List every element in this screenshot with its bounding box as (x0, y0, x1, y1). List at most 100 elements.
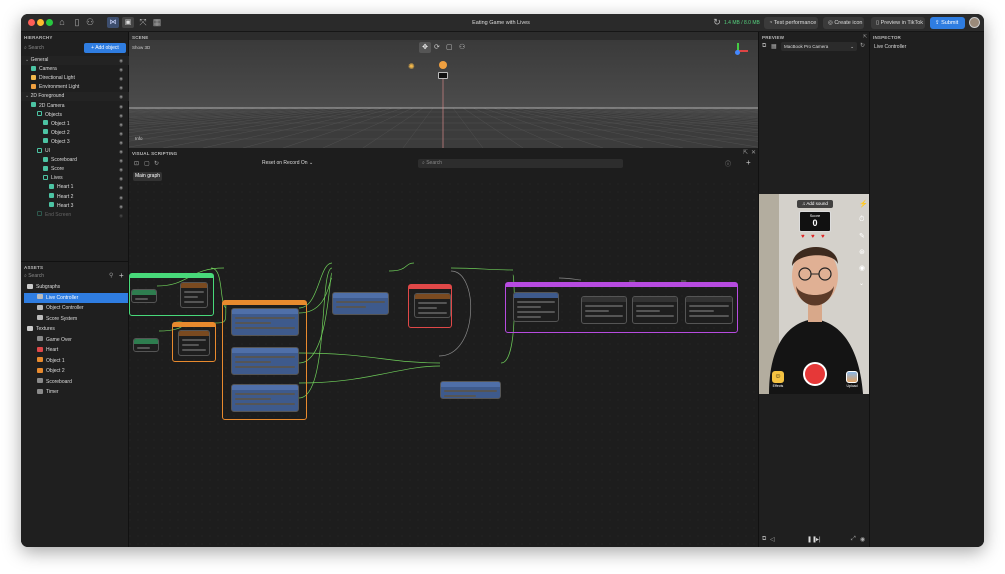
create-icon-button[interactable]: ◎ Create icon (823, 17, 864, 29)
graph-node[interactable] (332, 292, 389, 315)
graph-node[interactable] (440, 381, 501, 399)
hierarchy-item[interactable]: ⌄ 2D Foreground ◉ (21, 92, 129, 102)
visibility-eye-icon[interactable]: ◉ (119, 202, 123, 211)
hierarchy-item[interactable]: Camera ◉ (21, 65, 129, 74)
effects-icon[interactable]: ☺ (772, 371, 784, 383)
preview-in-tiktok-button[interactable]: ▯ Preview in TikTok (871, 17, 925, 29)
scene-info[interactable]: Info (135, 136, 143, 141)
record-button[interactable] (803, 362, 827, 386)
step-forward-icon[interactable]: ▸| (816, 536, 821, 543)
asset-item[interactable]: Object 1 (24, 356, 128, 366)
asset-item[interactable]: Scoreboard (24, 377, 128, 387)
assets-search[interactable]: ⌕ Search (24, 272, 94, 281)
scene-viewport[interactable] (129, 32, 758, 148)
share-icon[interactable]: ⚇ (84, 17, 96, 28)
record-settings-icon[interactable]: ◉ (860, 536, 865, 543)
hierarchy-item[interactable]: Lives ◉ (21, 174, 129, 183)
asset-item[interactable]: Heart (24, 345, 128, 355)
graph-node[interactable] (131, 289, 157, 303)
beauty-icon[interactable]: ✎ (859, 232, 865, 240)
layout-nodes-icon[interactable]: ⋈ (107, 17, 119, 28)
asset-item[interactable]: Object Controller (24, 303, 128, 313)
upload-icon[interactable] (846, 371, 858, 383)
add-asset-icon[interactable]: + (119, 271, 124, 280)
hierarchy-item[interactable]: Environment Light ◉ (21, 83, 129, 92)
asset-item[interactable]: Subgraphs (24, 282, 128, 292)
visibility-eye-icon[interactable]: ◉ (119, 174, 123, 183)
filters-icon[interactable]: ⊛ (859, 248, 865, 256)
popout-icon[interactable]: ⇱ (863, 34, 867, 40)
test-performance-button[interactable]: ◔ Test performance (764, 17, 818, 29)
file-icon[interactable]: ▯ (71, 17, 83, 28)
visibility-eye-icon[interactable]: ◉ (119, 111, 123, 120)
minimize-window-button[interactable] (37, 19, 44, 26)
graph-node[interactable] (180, 282, 208, 308)
avatar[interactable] (969, 17, 980, 28)
hierarchy-item[interactable]: Heart 3 ◉ (21, 202, 129, 211)
visibility-eye-icon[interactable]: ◉ (119, 165, 123, 174)
visibility-eye-icon[interactable]: ◉ (119, 74, 123, 83)
axis-gizmo-icon[interactable] (729, 42, 749, 62)
rotate-tool-icon[interactable]: ⟳ (434, 43, 440, 51)
visibility-eye-icon[interactable]: ◉ (119, 193, 123, 202)
visibility-eye-icon[interactable]: ◉ (119, 147, 123, 156)
graph-node[interactable] (231, 384, 299, 412)
tiktok-preview[interactable]: ♫ Add sound Score 0 ♥ ♥ ♥ ⚡ ⏱ ✎ ⊛ ◉ ⌄ ☺ … (759, 194, 870, 394)
close-window-button[interactable] (28, 19, 35, 26)
graph-search-input[interactable]: ⌕ Search (418, 159, 623, 168)
refresh-icon[interactable]: ↻ (860, 42, 865, 49)
visibility-eye-icon[interactable]: ◉ (119, 56, 123, 65)
submit-button[interactable]: ⇪ Submit (930, 17, 965, 29)
hierarchy-item[interactable]: End Screen ◉ (21, 211, 129, 220)
comment-icon[interactable]: ▢ (144, 160, 150, 167)
asset-item[interactable]: Object 2 (24, 366, 128, 376)
visibility-eye-icon[interactable]: ◉ (119, 156, 123, 165)
scale-tool-icon[interactable]: ▢ (446, 43, 453, 51)
hierarchy-item[interactable]: ⌄ General ◉ (21, 56, 129, 65)
asset-item[interactable]: Textures (24, 324, 128, 334)
popout-icon[interactable]: ⇱ (743, 149, 748, 156)
visibility-eye-icon[interactable]: ◉ (119, 92, 123, 101)
visibility-eye-icon[interactable]: ◉ (119, 211, 123, 220)
grid-icon[interactable]: ▦ (151, 17, 163, 28)
flash-icon[interactable]: ⚡ (859, 200, 868, 208)
graph-node[interactable] (414, 293, 451, 318)
graph-node[interactable] (178, 330, 210, 356)
visibility-eye-icon[interactable]: ◉ (119, 120, 123, 129)
asset-item[interactable]: Game Over (24, 335, 128, 345)
maximize-window-button[interactable] (46, 19, 53, 26)
graph-node[interactable] (513, 292, 559, 322)
frame-icon[interactable]: ⊡ (134, 160, 139, 167)
hierarchy-item[interactable]: Objects ◉ (21, 111, 129, 120)
visibility-eye-icon[interactable]: ◉ (119, 183, 123, 192)
layout-icon[interactable]: ▦ (771, 43, 777, 50)
hierarchy-item[interactable]: Heart 2 ◉ (21, 193, 129, 202)
volume-icon[interactable]: ◁ (770, 536, 775, 543)
graph-node[interactable] (685, 296, 733, 324)
refresh-icon[interactable]: ↻ (711, 17, 723, 28)
asset-item[interactable]: Live Controller (24, 292, 128, 303)
show-3d-toggle[interactable]: Show 3D (132, 45, 150, 50)
camera-device-select[interactable]: MacBook Pro Camera ⌄ (781, 42, 857, 51)
visibility-eye-icon[interactable]: ◉ (119, 65, 123, 74)
asset-item[interactable]: Score System (24, 314, 128, 324)
visibility-eye-icon[interactable]: ◉ (119, 138, 123, 147)
reset-icon[interactable]: ↻ (154, 160, 159, 167)
expand-icon[interactable]: ⤧ (137, 17, 149, 28)
layout-panel-icon[interactable]: ▣ (122, 17, 134, 28)
home-icon[interactable]: ⌂ (56, 17, 68, 28)
hierarchy-item[interactable]: Directional Light ◉ (21, 74, 129, 83)
visibility-eye-icon[interactable]: ◉ (119, 83, 123, 92)
timer-icon[interactable]: ⏱ (859, 216, 864, 224)
hierarchy-item[interactable]: Object 3 ◉ (21, 138, 129, 147)
camera-switch-icon[interactable]: ⧉ (762, 43, 766, 50)
hierarchy-item[interactable]: Object 1 ◉ (21, 120, 129, 129)
graph-node[interactable] (581, 296, 627, 324)
move-tool-icon[interactable]: ✥ (419, 42, 431, 53)
visibility-eye-icon[interactable]: ◉ (119, 129, 123, 138)
hierarchy-item[interactable]: 2D Camera ◉ (21, 102, 129, 111)
visibility-eye-icon[interactable]: ◉ (119, 102, 123, 111)
add-object-button[interactable]: + Add object (84, 43, 126, 53)
gizmo-tool-icon[interactable]: ⚇ (459, 43, 465, 51)
more-options-icon[interactable]: ⌄ (859, 280, 864, 287)
